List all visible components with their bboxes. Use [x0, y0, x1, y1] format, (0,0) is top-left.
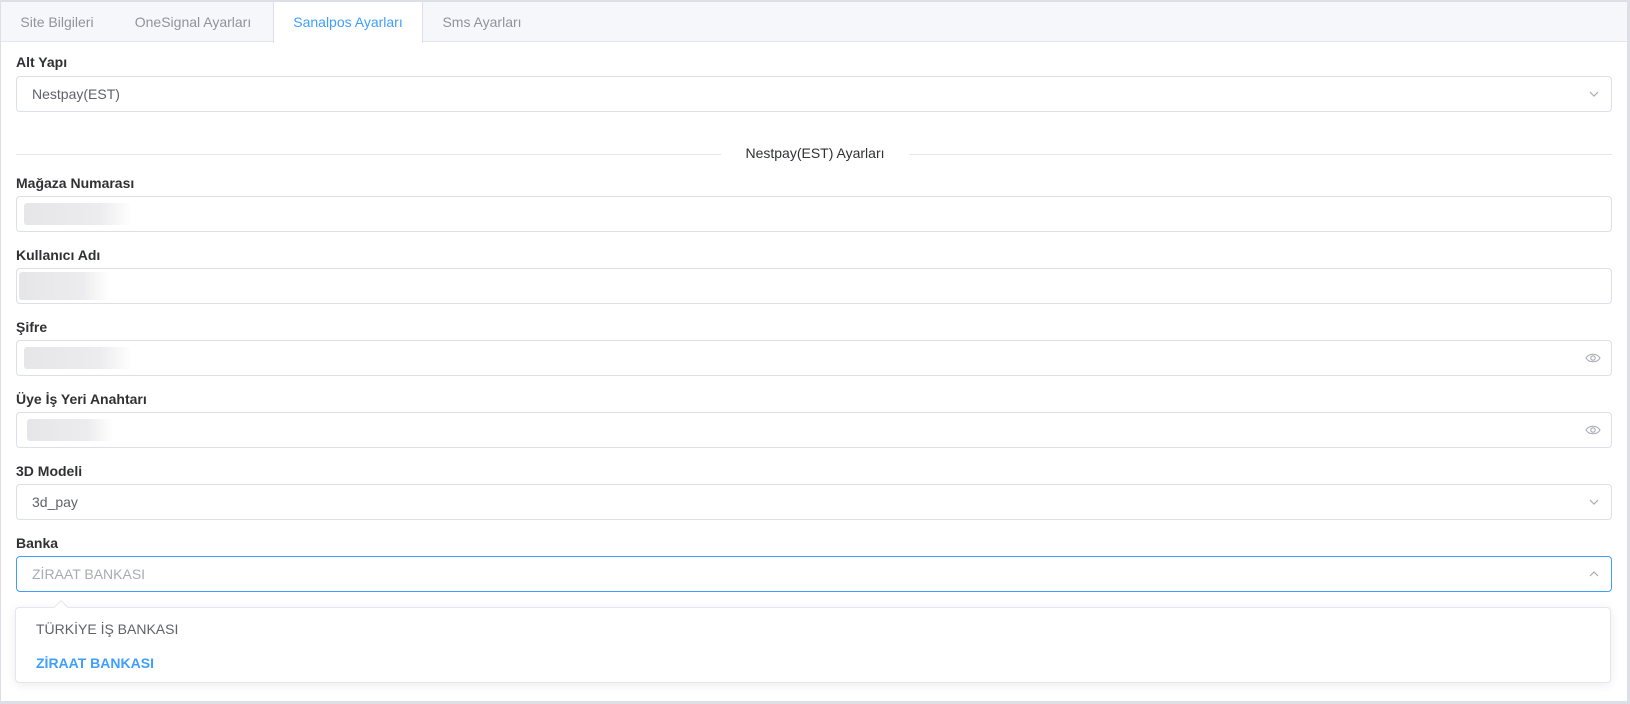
tab-sms[interactable]: Sms Ayarları: [423, 2, 541, 42]
alt-yapi-value: Nestpay(EST): [32, 86, 120, 102]
divider-left: [16, 154, 721, 155]
sifre-label: Şifre: [16, 319, 48, 335]
tab-site-bilgileri[interactable]: Site Bilgileri: [1, 2, 113, 42]
chevron-down-icon: [1589, 91, 1599, 97]
redacted-value: [24, 203, 132, 225]
tab-bar: Site Bilgileri OneSignal Ayarları Sanalp…: [1, 2, 1627, 43]
alt-yapi-select[interactable]: Nestpay(EST): [16, 76, 1612, 112]
anahtar-input[interactable]: [16, 412, 1612, 448]
dropdown-option-is-bankasi[interactable]: TÜRKİYE İŞ BANKASI: [16, 612, 1610, 646]
banka-placeholder: ZİRAAT BANKASI: [32, 566, 146, 582]
model-select[interactable]: 3d_pay: [16, 484, 1612, 520]
alt-yapi-label: Alt Yapı: [16, 54, 68, 70]
redacted-value: [19, 272, 109, 300]
banka-select[interactable]: ZİRAAT BANKASI: [16, 556, 1612, 592]
magaza-input[interactable]: [16, 196, 1612, 232]
section-title: Nestpay(EST) Ayarları: [721, 145, 909, 161]
banka-dropdown: TÜRKİYE İŞ BANKASI ZİRAAT BANKASI: [15, 599, 1611, 683]
model-label: 3D Modeli: [16, 463, 83, 479]
sifre-input[interactable]: [16, 340, 1612, 376]
chevron-down-icon: [1589, 499, 1599, 505]
kullanici-label: Kullanıcı Adı: [16, 247, 101, 263]
settings-card: Site Bilgileri OneSignal Ayarları Sanalp…: [0, 0, 1628, 702]
magaza-label: Mağaza Numarası: [16, 175, 135, 191]
banka-label: Banka: [16, 535, 59, 551]
tab-onesignal[interactable]: OneSignal Ayarları: [113, 2, 273, 42]
tab-sanalpos[interactable]: Sanalpos Ayarları: [273, 2, 423, 43]
eye-icon[interactable]: [1585, 352, 1601, 364]
model-value: 3d_pay: [32, 494, 78, 510]
chevron-up-icon: [1589, 571, 1599, 577]
kullanici-input[interactable]: [16, 268, 1612, 304]
redacted-value: [24, 347, 132, 369]
eye-icon[interactable]: [1585, 424, 1601, 436]
redacted-value: [27, 419, 113, 441]
dropdown-option-ziraat[interactable]: ZİRAAT BANKASI: [16, 646, 1610, 680]
divider-right: [909, 154, 1612, 155]
anahtar-label: Üye İş Yeri Anahtarı: [16, 391, 147, 407]
